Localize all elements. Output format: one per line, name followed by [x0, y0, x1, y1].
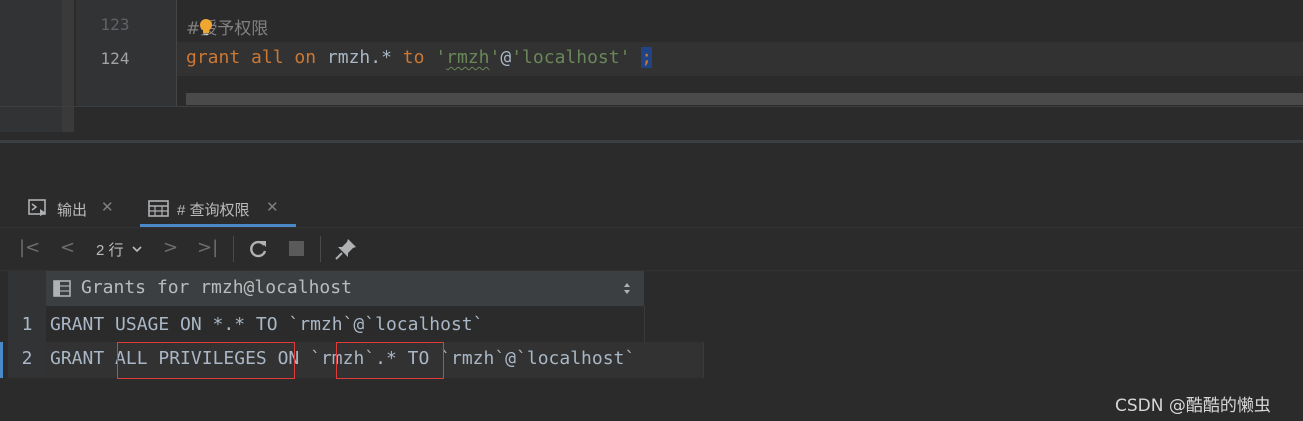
sql-keyword: all: [251, 47, 284, 68]
stop-icon[interactable]: [289, 241, 304, 256]
sql-string-host: 'localhost': [511, 47, 631, 68]
tabs-separator: [0, 227, 1303, 228]
sql-keyword: grant: [186, 47, 241, 68]
sql-at-sign: @: [500, 47, 512, 68]
highlight-box-database: [336, 342, 444, 379]
editor-horizontal-scrollbar[interactable]: [186, 93, 1303, 105]
grant-cell[interactable]: GRANT USAGE ON *.* TO `rmzh`@`localhost`: [50, 314, 483, 335]
watermark: CSDN @酷酷的懒虫: [1115, 396, 1271, 416]
row-number: 2: [21, 348, 33, 369]
tab-label: # 查询权限: [177, 202, 250, 219]
tab-query-privileges[interactable]: # 查询权限 ✕: [148, 197, 298, 225]
toolbar-separator: [320, 236, 321, 262]
lightbulb-icon[interactable]: [198, 18, 214, 36]
sql-keyword: to: [402, 47, 425, 68]
tab-output[interactable]: 输出 ✕: [28, 197, 144, 225]
tab-label: 输出: [57, 202, 88, 219]
close-icon[interactable]: ✕: [101, 198, 114, 216]
pin-icon[interactable]: [334, 237, 358, 261]
editor-footer: [76, 107, 1303, 137]
toolbar-separator: [233, 236, 234, 262]
editor-vertical-scrollbar[interactable]: [62, 0, 74, 132]
sql-quote: ': [489, 47, 501, 68]
highlight-box-privileges: [117, 342, 295, 379]
next-page-icon[interactable]: >: [163, 237, 178, 258]
close-icon[interactable]: ✕: [266, 198, 279, 216]
refresh-icon[interactable]: [247, 238, 269, 260]
grant-text: GRANT: [50, 348, 116, 369]
line-number: 124: [100, 49, 130, 68]
rows-dropdown[interactable]: 2 行: [96, 239, 148, 261]
first-page-icon[interactable]: |<: [19, 237, 40, 258]
sql-keyword: on: [294, 47, 317, 68]
sql-string-user: rmzh: [446, 47, 490, 68]
previous-page-icon[interactable]: <: [60, 237, 75, 258]
console-output-icon: [28, 199, 46, 216]
sort-icon[interactable]: [622, 281, 632, 296]
column-header[interactable]: Grants for rmzh@localhost: [46, 271, 644, 306]
line-number: 123: [100, 15, 130, 34]
row-number: 1: [21, 314, 33, 335]
table-icon: [148, 200, 169, 217]
column-icon: [53, 280, 71, 297]
rows-count-label: 2 行: [96, 242, 124, 259]
code-line-124[interactable]: grant all on rmzh.* to 'rmzh'@'localhost…: [186, 47, 653, 68]
sql-semicolon: ;: [641, 47, 653, 68]
sql-quote: ': [435, 47, 447, 68]
editor-left-panel: [0, 0, 62, 132]
selected-row-marker: [0, 342, 3, 378]
last-page-icon[interactable]: >|: [197, 237, 218, 258]
sql-object: rmzh.*: [326, 47, 392, 68]
column-header-label: Grants for rmzh@localhost: [81, 277, 352, 298]
chevron-down-icon: [132, 246, 142, 253]
